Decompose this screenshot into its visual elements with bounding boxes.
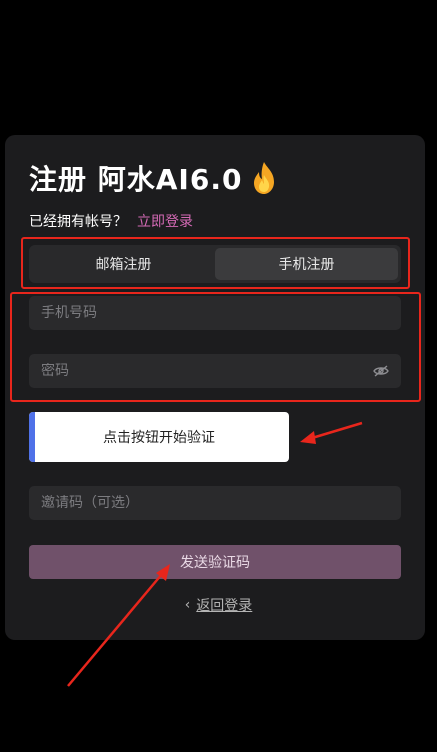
login-link[interactable]: 立即登录 [137, 211, 193, 231]
fire-icon [254, 162, 275, 194]
invite-field [29, 486, 401, 520]
phone-field [29, 296, 401, 330]
invite-input[interactable] [41, 495, 389, 511]
register-tabs: 邮箱注册 手机注册 [29, 245, 401, 283]
tab-email-register[interactable]: 邮箱注册 [32, 248, 215, 280]
phone-input[interactable] [41, 305, 389, 321]
eye-off-icon[interactable] [373, 365, 389, 377]
login-prompt: 已经拥有帐号？ 立即登录 [29, 211, 193, 231]
back-to-login[interactable]: ‹ 返回登录 [0, 595, 437, 615]
send-code-button[interactable]: 发送验证码 [29, 545, 401, 579]
tab-phone-register[interactable]: 手机注册 [215, 248, 398, 280]
password-field [29, 354, 401, 388]
chevron-left-icon: ‹ [184, 597, 191, 613]
password-input[interactable] [41, 363, 373, 379]
page-title: 注册 阿水AI6.0 [29, 163, 243, 196]
register-page: 注册 阿水AI6.0 已经拥有帐号？ 立即登录 邮箱注册 手机注册 点击按钮开始… [0, 0, 437, 752]
captcha-button[interactable]: 点击按钮开始验证 [29, 412, 289, 462]
title-row: 注册 阿水AI6.0 [29, 157, 278, 199]
login-question: 已经拥有帐号？ [29, 214, 127, 230]
captcha-label: 点击按钮开始验证 [103, 430, 215, 446]
captcha-accent-bar [29, 412, 35, 462]
back-to-login-label[interactable]: 返回登录 [196, 595, 252, 615]
